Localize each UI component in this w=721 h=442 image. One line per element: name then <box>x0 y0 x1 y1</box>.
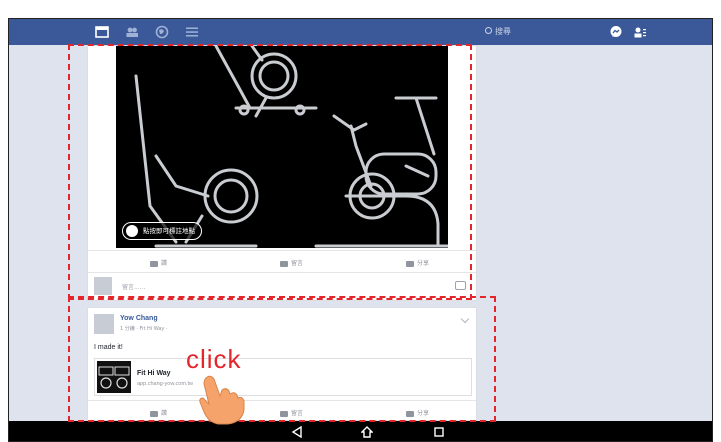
click-annotation: click <box>186 344 242 374</box>
search-field[interactable]: 搜尋 <box>485 26 511 37</box>
android-navigation-bar <box>9 421 712 441</box>
contacts-icon[interactable] <box>633 25 647 39</box>
facebook-top-bar: 搜尋 <box>9 19 712 45</box>
back-icon[interactable] <box>291 426 303 438</box>
home-icon[interactable] <box>361 426 373 438</box>
annotation-box-2 <box>68 296 496 422</box>
search-placeholder: 搜尋 <box>495 27 511 36</box>
news-feed-icon[interactable] <box>95 25 109 39</box>
search-icon <box>485 27 492 34</box>
hand-pointer-icon <box>199 375 245 425</box>
notifications-globe-icon[interactable] <box>155 25 169 39</box>
messenger-icon[interactable] <box>609 25 623 39</box>
friend-requests-icon[interactable] <box>125 25 139 39</box>
recent-apps-icon[interactable] <box>433 426 445 438</box>
annotation-box-1 <box>68 44 472 300</box>
menu-icon[interactable] <box>185 25 199 39</box>
